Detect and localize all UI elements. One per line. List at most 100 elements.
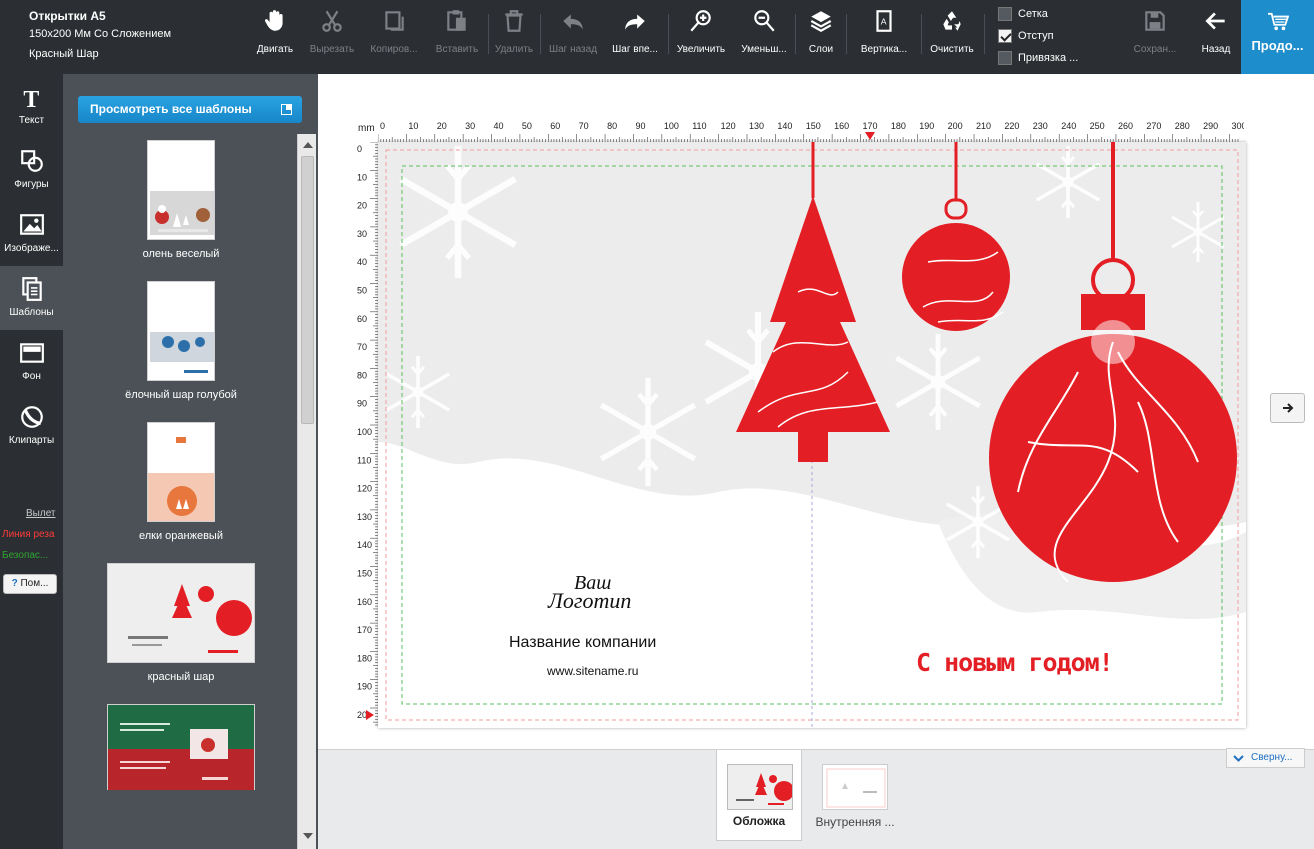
margin-checkbox-box[interactable] — [998, 29, 1012, 44]
rail-item-shapes-label: Фигуры — [14, 179, 49, 190]
question-icon: ? — [11, 578, 18, 589]
template-label: красный шар — [147, 671, 215, 683]
templates-icon — [21, 277, 42, 301]
zoom-in-label: Увеличить — [676, 44, 726, 55]
ruler-tick-label: 10 — [408, 121, 418, 131]
ruler-tick-label: 150 — [357, 569, 372, 579]
rail-item-background[interactable]: Фон — [0, 330, 63, 394]
template-item-orange-trees[interactable]: елки оранжевый — [63, 422, 299, 542]
expand-icon — [281, 104, 292, 115]
logo-line-2: Логотип — [548, 588, 632, 613]
rail-item-cliparts[interactable]: Клипарты — [0, 394, 63, 458]
cut-button[interactable]: Вырезать — [297, 8, 367, 66]
rail-item-templates[interactable]: Шаблоны — [0, 266, 63, 330]
collapse-pages-button[interactable]: Сверну... — [1226, 748, 1305, 768]
ruler-tick-label: 240 — [1061, 121, 1076, 131]
rail-item-images[interactable]: Изображе... — [0, 202, 63, 266]
page-orientation-icon: A — [876, 10, 892, 32]
template-item-red-ball[interactable]: красный шар — [63, 563, 299, 683]
text-icon: T — [23, 87, 39, 110]
ruler-tick-label: 70 — [357, 342, 367, 352]
ruler-tick-label: 40 — [494, 121, 504, 131]
snap-checkbox-box[interactable] — [998, 51, 1012, 66]
templates-panel: Просмотреть все шаблоны олень веселый ёл… — [63, 74, 318, 849]
template-label: ёлочный шар голубой — [125, 389, 237, 401]
view-all-templates-button[interactable]: Просмотреть все шаблоны — [78, 96, 302, 123]
scrollbar-thumb[interactable] — [301, 156, 314, 424]
rail-item-text[interactable]: T Текст — [0, 74, 63, 138]
ruler-tick-label: 80 — [357, 370, 367, 380]
ruler-tick-label: 100 — [664, 121, 679, 131]
ruler-tick-label: 210 — [976, 121, 991, 131]
template-thumbnail — [107, 563, 255, 663]
scroll-up-icon[interactable] — [303, 142, 313, 148]
ruler-tick-label: 70 — [579, 121, 589, 131]
ruler-tick-label: 130 — [357, 512, 372, 522]
redo-button[interactable]: Шаг впе... — [600, 8, 670, 66]
ruler-tick-label: 140 — [357, 540, 372, 550]
margin-checkbox[interactable]: Отступ — [998, 28, 1054, 44]
collapse-label: Сверну... — [1251, 752, 1293, 763]
company-site[interactable]: www.sitename.ru — [547, 664, 667, 678]
logo-placeholder[interactable]: Ваш Логотип — [548, 573, 648, 618]
scroll-down-icon[interactable] — [303, 833, 313, 839]
toolbar-divider — [984, 14, 985, 54]
ruler-tick-label: 10 — [357, 172, 367, 182]
zoom-in-icon — [690, 10, 711, 32]
ruler-tick-label: 250 — [1090, 121, 1105, 131]
zoom-in-button[interactable]: Увеличить — [666, 8, 736, 66]
page-tab-cover[interactable]: Обложка — [716, 750, 802, 841]
page-tab-inner[interactable]: Внутренняя ... — [812, 750, 898, 841]
app-window: Открытки А5 150x200 Мм Со Сложением Крас… — [0, 0, 1314, 849]
svg-text:T: T — [23, 87, 39, 110]
template-thumbnail — [147, 140, 215, 240]
zoom-out-icon — [754, 10, 775, 32]
ruler-tick-label: 180 — [357, 653, 372, 663]
ruler-marker-icon[interactable] — [366, 710, 374, 720]
company-name[interactable]: Название компании — [509, 634, 679, 652]
template-item-green-greetings[interactable] — [63, 704, 299, 790]
ruler-tick-label: 140 — [777, 121, 792, 131]
greeting-text[interactable]: С новым годом! — [916, 648, 1136, 677]
ruler-unit: mm — [358, 123, 375, 134]
product-design-name: Красный Шар — [29, 48, 99, 60]
ruler-tick-label: 20 — [357, 201, 367, 211]
page-thumbnail — [822, 764, 888, 810]
ruler-tick-label: 60 — [357, 314, 367, 324]
templates-scrollbar[interactable] — [297, 134, 316, 849]
rail-item-templates-label: Шаблоны — [9, 307, 54, 318]
template-item-deer[interactable]: олень веселый — [63, 140, 299, 260]
cart-icon — [1267, 12, 1289, 31]
template-label: олень веселый — [142, 248, 220, 260]
grid-checkbox-box[interactable] — [998, 7, 1012, 22]
ruler-tick-label: 60 — [550, 121, 560, 131]
ruler-tick-label: 170 — [357, 625, 372, 635]
ruler-tick-label: 130 — [749, 121, 764, 131]
page-thumbnail — [727, 764, 793, 810]
ruler-tick-label: 170 — [863, 121, 878, 131]
ruler-tick-label: 30 — [465, 121, 475, 131]
continue-button[interactable]: Продо... — [1241, 0, 1314, 74]
grid-checkbox[interactable]: Сетка — [998, 6, 1048, 22]
save-button[interactable]: Сохран... — [1120, 8, 1190, 66]
rail-item-shapes[interactable]: Фигуры — [0, 138, 63, 202]
vertical-button[interactable]: A Вертика... — [849, 8, 919, 66]
ruler-marker-icon[interactable] — [865, 132, 875, 140]
product-title: Открытки А5 — [29, 9, 106, 23]
next-page-button[interactable] — [1270, 393, 1305, 423]
product-info: Открытки А5 150x200 Мм Со Сложением Крас… — [29, 8, 229, 64]
copy-button[interactable]: Копиров... — [359, 8, 429, 66]
help-button[interactable]: ? Пом... — [3, 574, 57, 594]
svg-text:A: A — [881, 16, 887, 26]
clear-button[interactable]: Очистить — [917, 8, 987, 66]
left-tool-rail: T Текст Фигуры Изображе... Шаблоны Фон К… — [0, 74, 63, 849]
template-item-blue-ball[interactable]: ёлочный шар голубой — [63, 281, 299, 401]
snap-checkbox[interactable]: Привязка ... — [998, 50, 1078, 66]
undo-button[interactable]: Шаг назад — [538, 8, 608, 66]
ruler-tick-label: 50 — [357, 286, 367, 296]
ruler-tick-label: 90 — [357, 399, 367, 409]
ruler-tick-label: 110 — [692, 121, 706, 131]
template-thumbnail — [147, 422, 215, 522]
card-canvas[interactable]: Ваш Логотип Название компании www.sitena… — [378, 142, 1246, 728]
ruler-tick-label: 40 — [357, 257, 367, 267]
